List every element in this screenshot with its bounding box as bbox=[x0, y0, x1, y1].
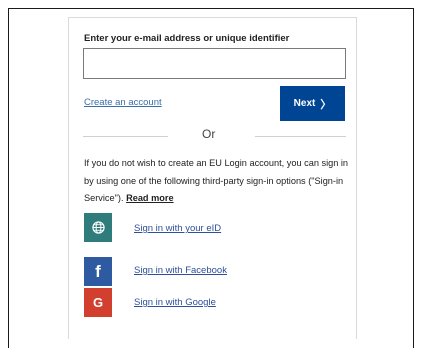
create-account-link[interactable]: Create an account bbox=[84, 97, 162, 108]
email-field-label: Enter your e-mail address or unique iden… bbox=[84, 33, 290, 44]
sign-in-eid-link[interactable]: Sign in with your eID bbox=[134, 223, 221, 234]
globe-icon-graphic bbox=[91, 221, 105, 234]
chevron-right-icon: 〉 bbox=[320, 98, 332, 111]
next-button-label: Next bbox=[293, 98, 316, 109]
google-icon[interactable]: G bbox=[84, 288, 112, 317]
divider-right bbox=[255, 136, 346, 137]
or-separator-text: Or bbox=[202, 127, 216, 141]
globe-icon[interactable] bbox=[84, 213, 112, 242]
sign-in-facebook-link[interactable]: Sign in with Facebook bbox=[134, 265, 227, 276]
facebook-icon[interactable]: f bbox=[84, 257, 112, 286]
next-button[interactable]: Next 〉 bbox=[280, 86, 345, 121]
read-more-link[interactable]: Read more bbox=[126, 193, 174, 203]
divider-left bbox=[83, 136, 168, 137]
sign-in-google-link[interactable]: Sign in with Google bbox=[134, 297, 216, 308]
third-party-info: If you do not wish to create an EU Login… bbox=[84, 155, 354, 208]
third-party-info-text: If you do not wish to create an EU Login… bbox=[84, 158, 349, 203]
email-field[interactable] bbox=[83, 48, 346, 79]
